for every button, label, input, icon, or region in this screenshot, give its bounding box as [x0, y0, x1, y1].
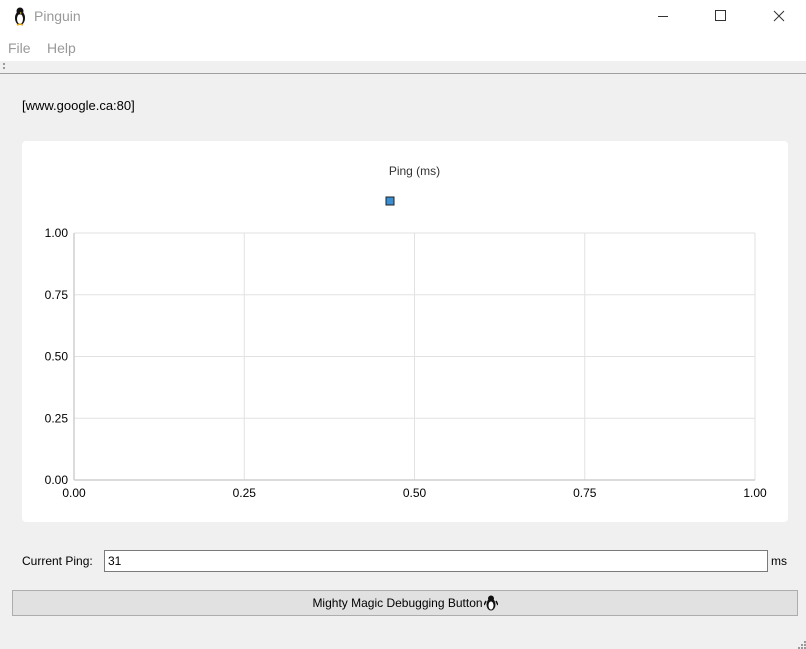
window-title: Pinguin [34, 8, 81, 24]
maximize-icon [715, 10, 726, 21]
menu-file[interactable]: File [8, 40, 31, 56]
debug-button[interactable]: Mighty Magic Debugging Button [12, 590, 798, 616]
toolbar-strip [0, 61, 806, 74]
title-bar: Pinguin [0, 0, 806, 33]
ping-unit-label: ms [771, 554, 787, 568]
x-tick-label: 1.00 [743, 486, 767, 500]
close-button[interactable] [756, 0, 802, 33]
x-tick-label: 0.00 [62, 486, 86, 500]
menu-bar: File Help [0, 33, 806, 61]
menu-help[interactable]: Help [47, 40, 76, 56]
host-label: [www.google.ca:80] [22, 98, 135, 113]
y-tick-label: 0.75 [45, 288, 69, 302]
toolbar-grip-icon[interactable] [3, 63, 5, 71]
y-tick-label: 1.00 [45, 226, 69, 240]
debug-button-label: Mighty Magic Debugging Button [312, 596, 483, 610]
x-tick-label: 0.25 [233, 486, 257, 500]
current-ping-label: Current Ping: [22, 554, 93, 568]
y-tick-label: 0.50 [45, 350, 69, 364]
current-ping-field[interactable] [104, 550, 768, 572]
penguin-icon [15, 7, 25, 26]
penguin-icon [483, 595, 498, 611]
y-tick-label: 0.00 [45, 473, 69, 487]
x-tick-label: 0.75 [573, 486, 597, 500]
x-tick-label: 0.50 [403, 486, 427, 500]
chart-title: Ping (ms) [389, 164, 440, 178]
minimize-icon [658, 16, 668, 17]
close-icon [773, 10, 785, 22]
legend-marker [385, 196, 395, 206]
maximize-button[interactable] [698, 0, 744, 33]
minimize-button[interactable] [640, 0, 686, 33]
ping-chart: Ping (ms) 0.00 0.25 0.50 0.75 1.00 0.00 0.25 0.5… [22, 141, 788, 522]
y-tick-label: 0.25 [45, 411, 69, 425]
chart-svg: Ping (ms) 0.00 0.25 0.50 0.75 1.00 0.00 0.25 0.5… [45, 164, 767, 500]
resize-grip-icon[interactable] [796, 639, 806, 649]
